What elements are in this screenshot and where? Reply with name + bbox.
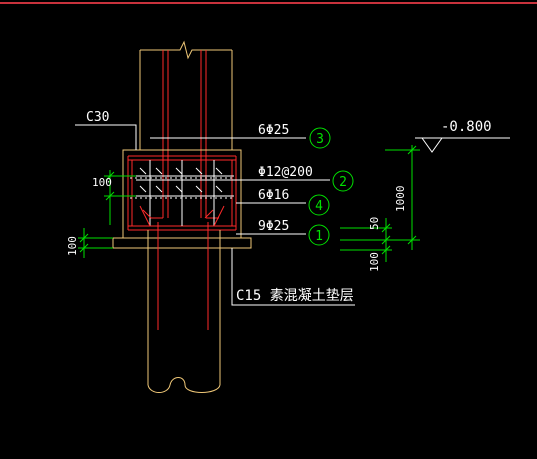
rebar-spec-3: 6Φ25 [258,123,289,138]
elevation-marker [415,137,510,153]
rebar-spec-4: 6Φ16 [258,188,289,203]
callout-number-4: 4 [315,199,323,214]
column-rebars [150,50,219,219]
callout-number-2: 2 [339,175,347,190]
rebar-spec-1: 9Φ25 [258,219,289,234]
right-dim-total-text: 1000 [394,186,407,213]
c30-leader [75,124,137,150]
left-dim-bedding [78,228,113,258]
pile [147,230,221,393]
bedding-layer [112,237,252,249]
left-dim-bedding-text: 100 [66,236,79,256]
concrete-grade-label: C30 [86,110,109,125]
upper-column [139,40,233,150]
cad-drawing: C30 6Φ25 3 Φ12@200 2 6Φ16 4 9Φ25 1 C15 素… [0,2,537,393]
rebar-spec-2: Φ12@200 [258,165,313,180]
right-dimensions [340,145,420,262]
cap-reinforcement [127,155,237,231]
right-dim-bedding-text: 100 [368,252,381,272]
callout-number-3: 3 [316,132,324,147]
callout-number-1: 1 [315,229,323,244]
right-dim-cover-text: 50 [368,217,381,230]
left-dim-cover-text: 100 [92,176,112,189]
elevation-text: -0.800 [441,119,492,135]
bedding-note: C15 素混凝土垫层 [236,288,354,304]
